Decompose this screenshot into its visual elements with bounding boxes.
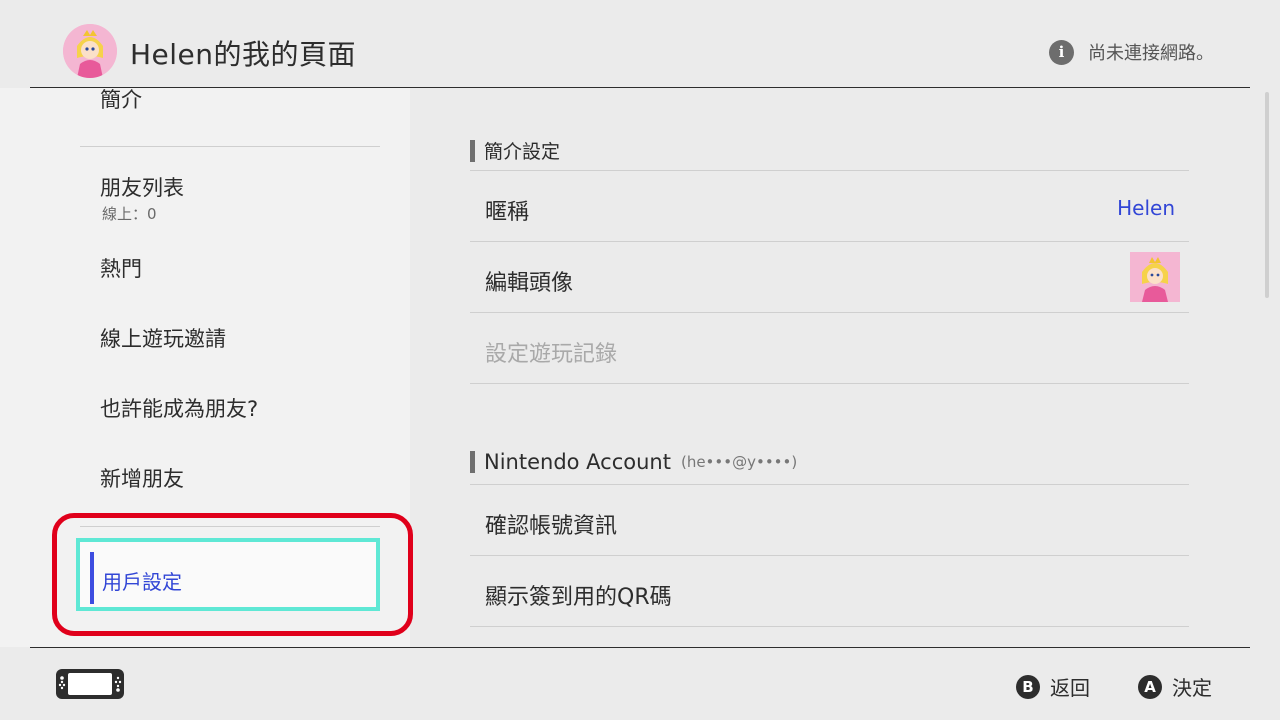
- sidebar-item-popular[interactable]: 熱門: [100, 253, 142, 283]
- row-checkin-qr-code[interactable]: 顯示簽到用的QR碼: [485, 579, 672, 611]
- sidebar-item-friend-list-online: 線上：0: [102, 205, 157, 223]
- b-button-icon: B: [1016, 674, 1040, 699]
- avatar-thumbnail: [1130, 252, 1180, 302]
- sidebar-item-add-friend[interactable]: 新增朋友: [100, 463, 184, 493]
- back-button[interactable]: B 返回: [1016, 672, 1090, 701]
- a-button-icon: A: [1138, 674, 1162, 699]
- row-account-info[interactable]: 確認帳號資訊: [485, 508, 617, 540]
- confirm-label: 決定: [1172, 676, 1212, 700]
- nickname-value: Helen: [1117, 196, 1175, 220]
- sidebar-item-profile[interactable]: 簡介: [100, 84, 142, 114]
- row-divider: [470, 626, 1189, 627]
- row-divider: [470, 241, 1189, 242]
- sidebar-divider: [80, 146, 380, 147]
- row-divider: [470, 383, 1189, 384]
- section-nintendo-account: Nintendo Account (he•••@y••••): [470, 450, 797, 474]
- info-icon: i: [1049, 39, 1074, 65]
- network-status-text: 尚未連接網路。: [1088, 43, 1214, 64]
- sidebar-item-suggested-friends[interactable]: 也許能成為朋友?: [100, 393, 258, 423]
- header: Helen的我的頁面 i 尚未連接網路。: [0, 0, 1280, 88]
- section-profile-settings: 簡介設定: [470, 137, 560, 164]
- row-divider: [470, 484, 1189, 485]
- row-divider: [470, 312, 1189, 313]
- row-edit-avatar[interactable]: 編輯頭像: [485, 265, 573, 297]
- switch-console-icon: [55, 668, 125, 700]
- row-divider: [470, 170, 1189, 171]
- user-avatar[interactable]: [63, 24, 117, 78]
- network-status: i 尚未連接網路。: [1049, 39, 1214, 65]
- highlight-annotation: [52, 513, 413, 636]
- scrollbar[interactable]: [1265, 92, 1269, 298]
- row-play-activity-settings: 設定遊玩記錄: [485, 342, 618, 367]
- page-title: Helen的我的頁面: [130, 38, 357, 71]
- sidebar-item-friend-list[interactable]: 朋友列表: [100, 172, 184, 202]
- row-divider: [470, 555, 1189, 556]
- account-email: (he•••@y••••): [680, 453, 798, 471]
- footer-divider: [30, 647, 1250, 648]
- back-label: 返回: [1050, 676, 1090, 700]
- row-nickname[interactable]: 暱稱: [485, 194, 529, 226]
- section-title: Nintendo Account: [484, 450, 671, 474]
- sidebar-item-online-invites[interactable]: 線上遊玩邀請: [100, 323, 226, 353]
- section-marker: [470, 451, 475, 473]
- confirm-button[interactable]: A 決定: [1138, 672, 1212, 701]
- section-title: 簡介設定: [484, 141, 561, 163]
- section-marker: [470, 139, 475, 162]
